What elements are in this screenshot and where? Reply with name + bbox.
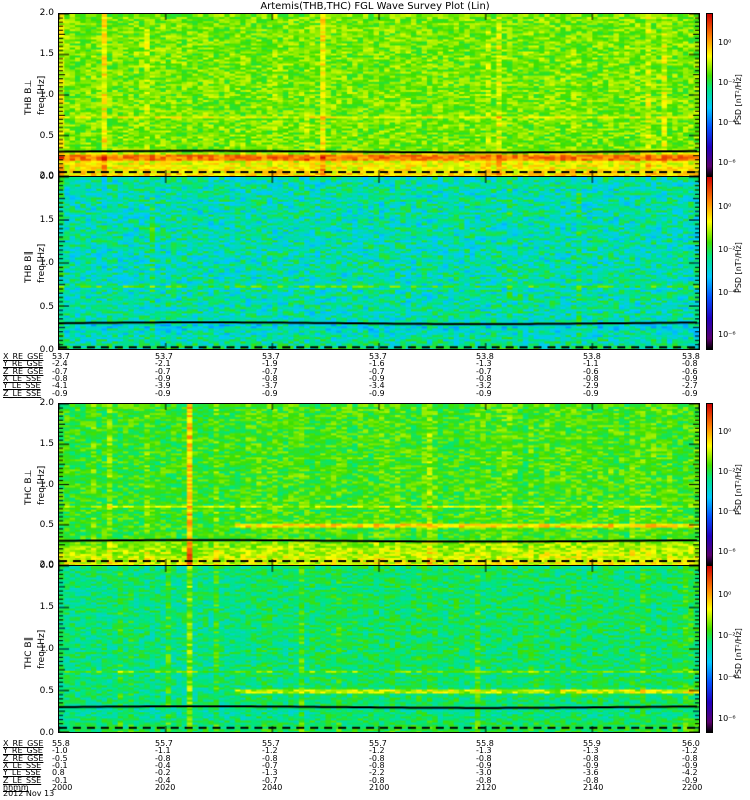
y-tick-label: 2.0 [39,8,54,18]
ephemeris-value: 2000 [52,782,73,792]
colorbar [706,565,713,733]
colorbar-label: PSD [nT²/Hz] [734,628,743,679]
colorbar-tick-label: 10⁰ [718,427,732,437]
spectrogram-panel [58,403,700,566]
ephemeris-value: -0.9 [583,388,599,398]
plot-title: Artemis(THB,THC) FGL Wave Survey Plot (L… [260,1,490,12]
ephemeris-label: Z_LE_SSE [3,388,42,398]
ephemeris-value: -0.9 [262,388,278,398]
ephemeris-value: 2020 [155,782,176,792]
y-tick-label: 2.0 [39,560,54,570]
ephemeris-value: -0.9 [476,388,492,398]
colorbar-tick-label: 10⁻⁶ [718,713,736,723]
y-tick-label: 1.5 [39,438,54,449]
colorbar-label: PSD [nT²/Hz] [734,463,743,515]
y-axis-label: freq [Hz] [37,75,47,115]
wave-survey-plot: Artemis(THB,THC) FGL Wave Survey Plot (L… [0,0,750,800]
colorbar-label: PSD [nT²/Hz] [734,74,743,125]
y-axis-label: freq [Hz] [37,629,47,669]
y-tick-label: 0.5 [39,131,54,141]
panel-label: THC B∥ [24,636,34,669]
colorbar-tick-label: 10⁻⁴ [718,672,736,682]
y-tick-label: 0.5 [39,520,54,531]
spectrogram-canvas [59,177,699,349]
y-tick-label: 0.5 [39,686,54,696]
ephemeris-label: hhmm [3,782,29,792]
ephemeris-value: -0.9 [682,388,698,398]
panel-label: THC B⊥ [24,469,34,505]
colorbar-tick-label: 10⁻⁶ [718,158,736,168]
spectrogram-canvas [59,404,699,565]
ephemeris-value: -0.9 [369,388,385,398]
colorbar [706,403,713,566]
spectrogram-panel [58,565,700,733]
colorbar-tick-label: 10⁻⁶ [718,330,736,340]
y-tick-label: 1.5 [39,49,54,59]
y-axis-label: freq [Hz] [37,465,47,505]
colorbar-tick-label: 10⁰ [718,590,732,600]
y-tick-label: 0.5 [39,301,54,312]
colorbar-tick-label: 10⁻⁴ [718,117,736,127]
colorbar [706,13,713,177]
ephemeris-value: 2040 [262,782,283,792]
y-tick-label: 2.0 [39,171,54,181]
y-tick-label: 1.5 [39,214,54,225]
spectrogram-panel [58,13,700,177]
colorbar-tick-label: 10⁻⁴ [718,507,736,517]
ephemeris-value: -0.9 [155,388,171,398]
colorbar-tick-label: 10⁰ [718,37,732,47]
y-tick-label: 0.0 [39,728,54,738]
y-tick-label: 1.5 [39,602,54,612]
colorbar-tick-label: 10⁻² [718,244,736,254]
y-tick-label: 2.0 [39,398,54,408]
colorbar-tick-label: 10⁻² [718,631,736,641]
colorbar-tick-label: 10⁻⁴ [718,287,736,297]
spectrogram-canvas [59,14,699,176]
colorbar-tick-label: 10⁻⁶ [718,547,736,557]
colorbar-tick-label: 10⁰ [718,202,732,212]
colorbar-label: PSD [nT²/Hz] [734,242,743,293]
colorbar-tick-label: 10⁻² [718,77,736,87]
spectrogram-panel [58,176,700,350]
panel-label: THB B∥ [24,251,34,283]
ephemeris-value: -0.9 [52,388,68,398]
ephemeris-value: 2140 [583,782,604,792]
ephemeris-value: 2120 [476,782,497,792]
panel-label: THB B⊥ [24,79,34,115]
colorbar [706,176,713,350]
colorbar-tick-label: 10⁻² [718,467,736,477]
ephemeris-value: 2200 [682,782,703,792]
spectrogram-canvas [59,566,699,732]
y-axis-label: freq [Hz] [37,243,47,283]
ephemeris-value: 2100 [369,782,390,792]
